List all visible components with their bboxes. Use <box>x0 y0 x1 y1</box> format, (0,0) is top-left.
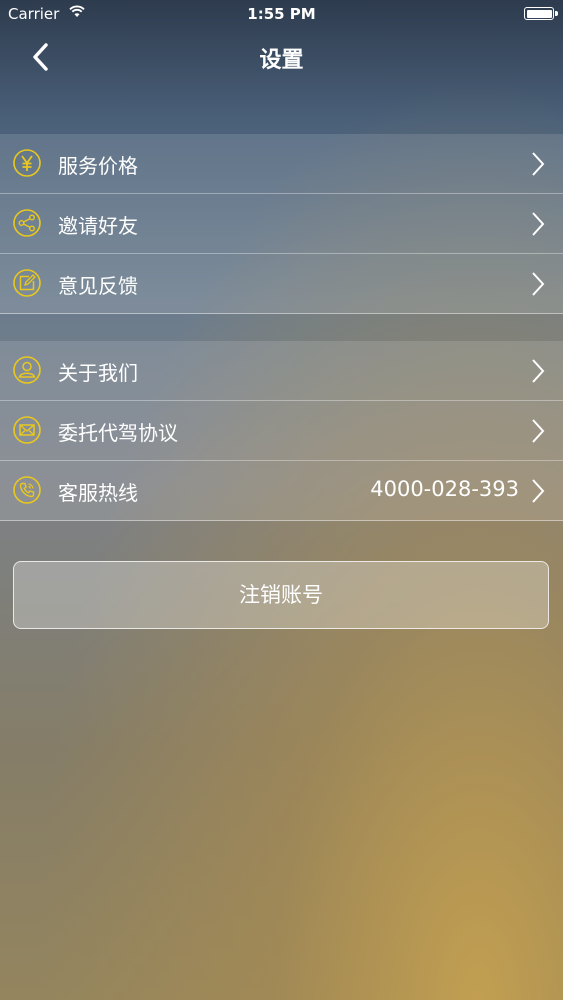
row-label: 意见反馈 <box>58 274 138 298</box>
chevron-right-icon <box>532 272 545 296</box>
row-service-price[interactable]: 服务价格 <box>0 134 563 194</box>
chevron-right-icon <box>532 152 545 176</box>
chevron-right-icon <box>532 419 545 443</box>
row-service-hotline[interactable]: 客服热线 4000-028-393 <box>0 461 563 521</box>
battery-icon <box>524 7 558 20</box>
logout-button[interactable]: 注销账号 <box>13 561 549 629</box>
chevron-right-icon <box>532 212 545 236</box>
chevron-right-icon <box>532 479 545 503</box>
row-label: 邀请好友 <box>58 214 138 238</box>
edit-icon <box>13 269 41 297</box>
phone-icon <box>13 476 41 504</box>
mail-icon <box>13 416 41 444</box>
row-about-us[interactable]: 关于我们 <box>0 341 563 401</box>
status-bar: Carrier 1:55 PM <box>0 0 563 30</box>
settings-group-1: 服务价格 邀请好友 意见反馈 <box>0 134 563 314</box>
row-feedback[interactable]: 意见反馈 <box>0 254 563 314</box>
page-title: 设置 <box>259 48 304 73</box>
navigation-bar: 设置 <box>0 30 563 86</box>
row-invite-friends[interactable]: 邀请好友 <box>0 194 563 254</box>
settings-group-2: 关于我们 委托代驾协议 客服热线 4000-028-393 <box>0 341 563 521</box>
clock: 1:55 PM <box>247 5 316 23</box>
user-icon <box>13 356 41 384</box>
share-icon <box>13 209 41 237</box>
yen-icon <box>13 149 41 177</box>
row-label: 服务价格 <box>58 154 138 178</box>
row-label: 委托代驾协议 <box>58 421 178 445</box>
row-label: 客服热线 <box>58 481 138 505</box>
row-label: 关于我们 <box>58 361 138 385</box>
chevron-right-icon <box>532 359 545 383</box>
hotline-number: 4000-028-393 <box>370 477 519 501</box>
row-driving-agreement[interactable]: 委托代驾协议 <box>0 401 563 461</box>
